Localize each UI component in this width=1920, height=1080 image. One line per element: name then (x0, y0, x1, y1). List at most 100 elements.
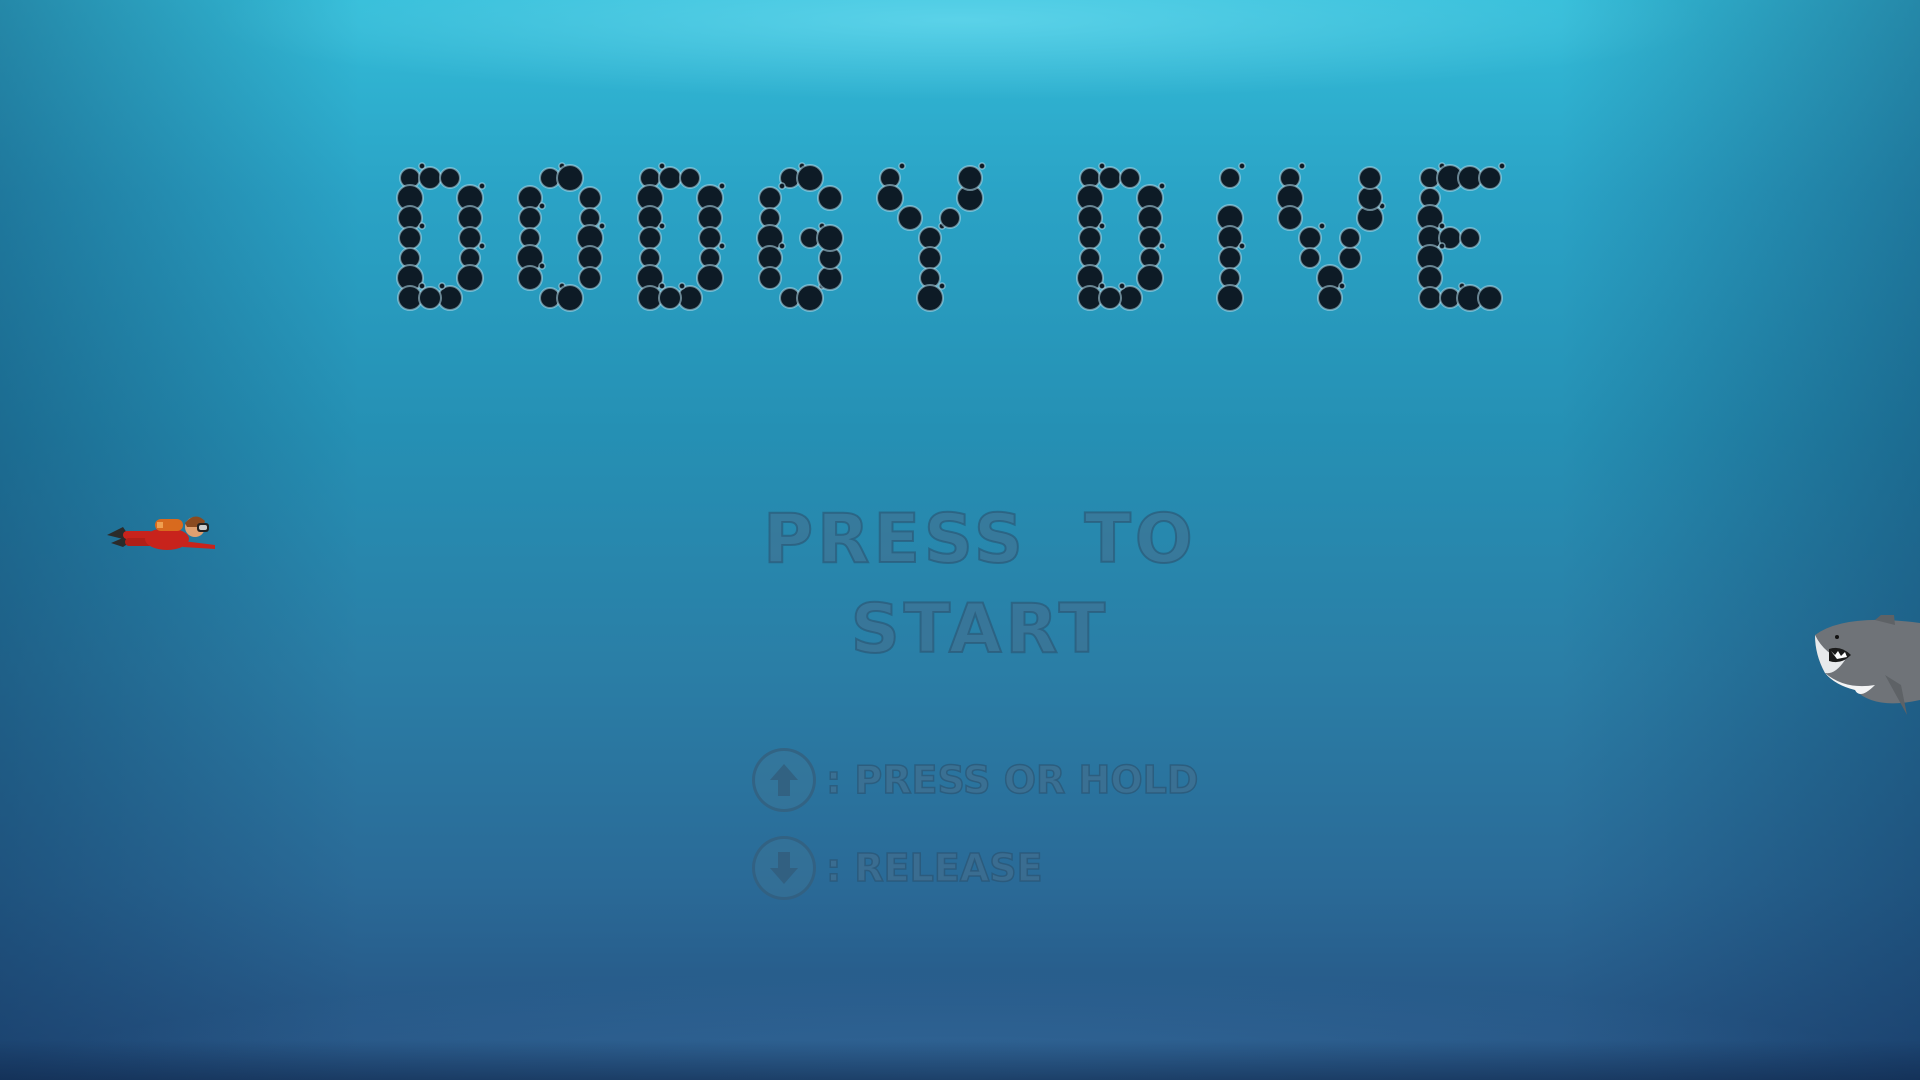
title-bubble (418, 166, 442, 190)
arrow-up-icon (752, 748, 816, 812)
title-letter (636, 162, 726, 311)
title-small-bubble (538, 262, 546, 270)
title-small-bubble (718, 242, 726, 250)
title-bubble (916, 284, 944, 312)
title-bubble (418, 286, 442, 310)
seabed (0, 1040, 1920, 1080)
title-bubble (439, 167, 461, 189)
title-bubble (458, 226, 482, 250)
title-small-bubble (598, 222, 606, 230)
title-small-bubble (1438, 242, 1446, 250)
title-letter (1216, 162, 1246, 312)
title-small-bubble (478, 242, 486, 250)
title-bubble (517, 265, 543, 291)
control-down-label: : RELEASE (825, 845, 1043, 891)
title-bubble (1418, 286, 1442, 310)
title-bubble (518, 206, 542, 230)
title-bubble (1459, 227, 1481, 249)
title-bubble (1216, 284, 1244, 312)
game-screen[interactable]: PRESS TO START : PRESS OR HOLD : RELEASE (0, 0, 1920, 1080)
control-hint-up: : PRESS OR HOLD (752, 745, 1199, 815)
title-bubble (1138, 226, 1162, 250)
title-bubble (1317, 285, 1343, 311)
title-small-bubble (1098, 222, 1106, 230)
title-small-bubble (778, 242, 786, 250)
arrow-down-icon (752, 836, 816, 900)
title-bubble (1339, 227, 1361, 249)
bubble-title-art (396, 162, 1506, 312)
press-to-start-prompt[interactable]: PRESS TO START (640, 495, 1320, 670)
title-bubble (817, 185, 843, 211)
title-bubble (957, 165, 983, 191)
title-small-bubble (538, 202, 546, 210)
title-small-bubble (678, 282, 686, 290)
title-small-bubble (1338, 282, 1346, 290)
title-bubble (1098, 166, 1122, 190)
title-bubble (1477, 285, 1503, 311)
title-bubble (918, 246, 942, 270)
title-bubble (1298, 226, 1322, 250)
title-bubble (1218, 246, 1242, 270)
title-bubble (758, 186, 782, 210)
shark-enemy (1815, 615, 1920, 725)
title-letter (1416, 162, 1506, 312)
title-bubble (1219, 167, 1241, 189)
title-bubble (578, 266, 602, 290)
title-bubble (696, 264, 724, 292)
title-small-bubble (898, 162, 906, 170)
title-bubble (556, 164, 584, 192)
game-title (390, 150, 1530, 330)
title-bubble (939, 207, 961, 229)
title-bubble (398, 226, 422, 250)
diver-player (105, 505, 230, 565)
title-bubble (796, 164, 824, 192)
title-bubble (698, 226, 722, 250)
surface-light (200, 0, 1720, 100)
title-small-bubble (1158, 182, 1166, 190)
right-shadow (1560, 0, 1920, 1080)
title-small-bubble (658, 222, 666, 230)
title-letter (876, 162, 986, 312)
title-bubble (1358, 166, 1382, 190)
title-small-bubble (438, 282, 446, 290)
title-small-bubble (1118, 282, 1126, 290)
title-small-bubble (1298, 162, 1306, 170)
title-small-bubble (1238, 162, 1246, 170)
title-small-bubble (718, 182, 726, 190)
title-small-bubble (1158, 242, 1166, 250)
title-letter (756, 162, 844, 312)
title-bubble (556, 284, 584, 312)
title-small-bubble (778, 182, 786, 190)
title-bubble (1277, 205, 1303, 231)
title-small-bubble (1318, 222, 1326, 230)
title-bubble (456, 264, 484, 292)
title-letter (396, 162, 486, 311)
control-hint-down: : RELEASE (752, 833, 1043, 903)
title-small-bubble (938, 282, 946, 290)
title-bubble (658, 166, 682, 190)
title-bubble (918, 226, 942, 250)
title-bubble (1136, 264, 1164, 292)
title-letter (516, 162, 606, 312)
title-letter (1276, 162, 1386, 311)
title-bubble (758, 266, 782, 290)
title-small-bubble (1498, 162, 1506, 170)
title-bubble (876, 184, 904, 212)
title-bubble (638, 226, 662, 250)
title-bubble (897, 205, 923, 231)
title-bubble (1098, 286, 1122, 310)
title-bubble (1338, 246, 1362, 270)
control-up-label: : PRESS OR HOLD (825, 757, 1199, 803)
title-bubble (796, 284, 824, 312)
title-bubble (1299, 247, 1321, 269)
title-small-bubble (478, 182, 486, 190)
title-bubble (578, 186, 602, 210)
title-bubble (1119, 167, 1141, 189)
title-bubble (1478, 166, 1502, 190)
title-bubble (816, 224, 844, 252)
title-small-bubble (1238, 242, 1246, 250)
title-bubble (658, 286, 682, 310)
title-letter (1076, 162, 1166, 311)
title-bubble (679, 167, 701, 189)
title-small-bubble (978, 162, 986, 170)
